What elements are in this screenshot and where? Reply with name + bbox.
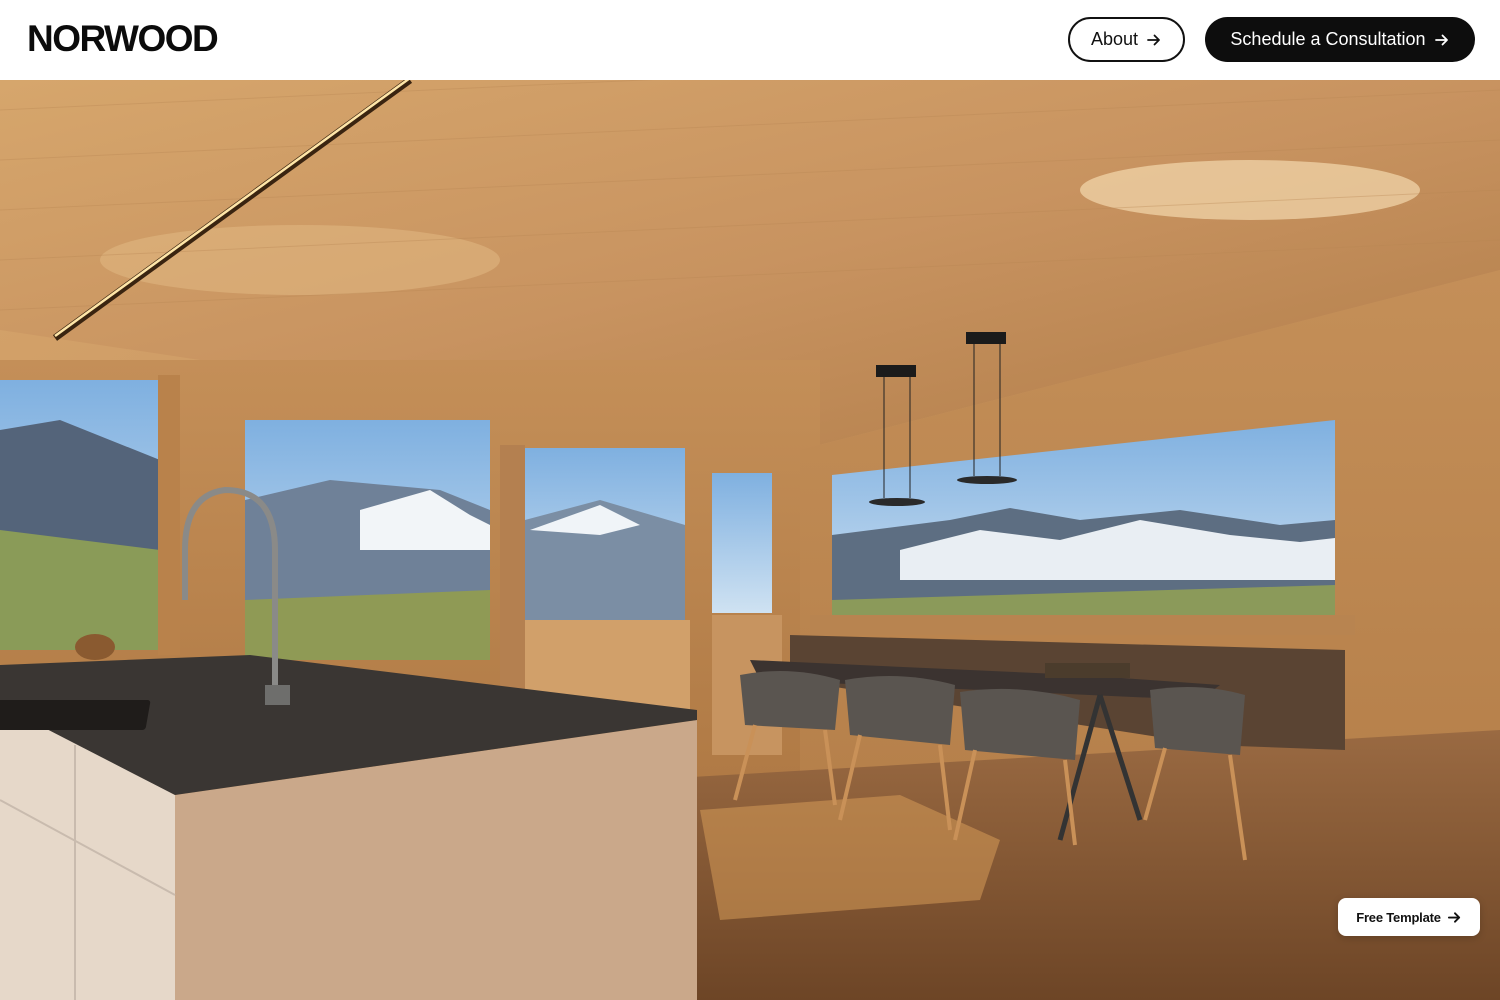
arrow-right-icon	[1434, 34, 1448, 45]
arrow-right-icon	[1447, 911, 1460, 923]
about-button[interactable]: About	[1068, 17, 1185, 62]
free-template-badge[interactable]: Free Template	[1338, 898, 1480, 936]
hero-image	[0, 80, 1500, 1000]
schedule-consultation-label: Schedule a Consultation	[1230, 29, 1426, 49]
site-header: NORWOOD About Schedule a Consultation	[0, 0, 1500, 80]
arrow-right-icon	[1147, 34, 1160, 45]
free-template-label: Free Template	[1356, 909, 1441, 925]
schedule-consultation-button[interactable]: Schedule a Consultation	[1205, 17, 1475, 62]
logo[interactable]: NORWOOD	[27, 17, 219, 61]
interior-photo	[0, 80, 1500, 1000]
about-button-label: About	[1090, 29, 1139, 49]
